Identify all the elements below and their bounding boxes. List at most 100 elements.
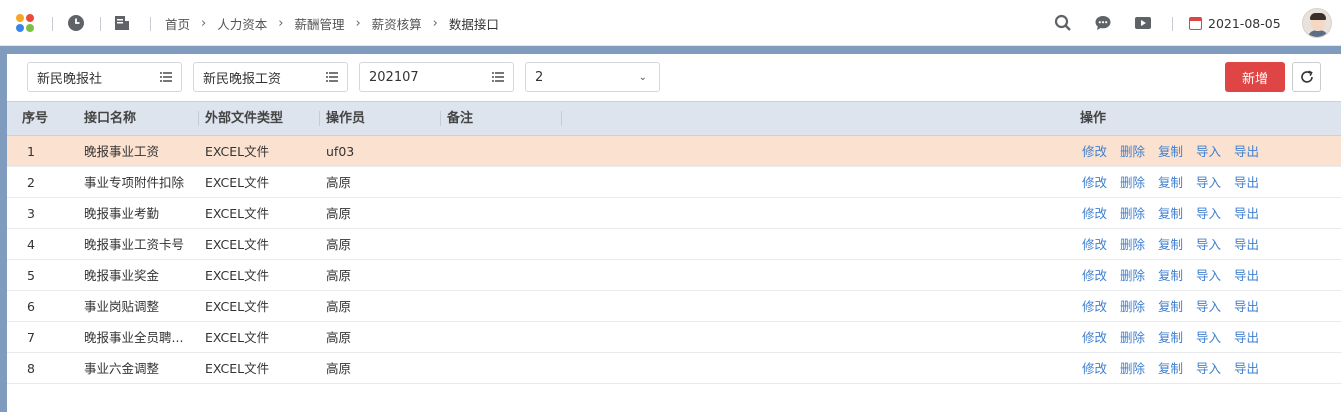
column-divider[interactable] — [440, 111, 441, 126]
delete-link[interactable]: 删除 — [1120, 198, 1145, 229]
edit-link[interactable]: 修改 — [1082, 291, 1107, 322]
org-select[interactable]: 新民晚报社 — [27, 62, 182, 92]
delete-link[interactable]: 删除 — [1120, 167, 1145, 198]
copy-link[interactable]: 复制 — [1158, 136, 1183, 167]
chevron-right-icon: › — [278, 15, 284, 31]
batch-dropdown[interactable]: 2 ⌄ — [525, 62, 660, 92]
batch-dropdown-value: 2 — [535, 69, 544, 85]
delete-link[interactable]: 删除 — [1120, 260, 1145, 291]
copy-link[interactable]: 复制 — [1158, 260, 1183, 291]
list-icon[interactable] — [160, 72, 172, 82]
column-divider[interactable] — [561, 111, 562, 126]
divider — [150, 17, 151, 31]
column-divider[interactable] — [319, 111, 320, 126]
cell-name: 事业专项附件扣除 — [84, 175, 185, 190]
edit-link[interactable]: 修改 — [1082, 229, 1107, 260]
clock-icon[interactable] — [67, 14, 85, 32]
cell-name: 晚报事业工资卡号 — [84, 237, 185, 252]
delete-link[interactable]: 删除 — [1120, 291, 1145, 322]
export-link[interactable]: 导出 — [1234, 229, 1259, 260]
table-row[interactable]: 5 晚报事业奖金 EXCEL文件 高原 修改 删除 复制 导入 导出 — [7, 260, 1341, 291]
delete-link[interactable]: 删除 — [1120, 229, 1145, 260]
refresh-button[interactable] — [1292, 62, 1321, 92]
date-text: 2021-08-05 — [1208, 15, 1281, 31]
breadcrumb-payroll[interactable]: 薪资核算 — [372, 14, 422, 33]
export-link[interactable]: 导出 — [1234, 322, 1259, 353]
delete-link[interactable]: 删除 — [1120, 353, 1145, 384]
list-icon[interactable] — [492, 72, 504, 82]
table-row[interactable]: 4 晚报事业工资卡号 EXCEL文件 高原 修改 删除 复制 导入 导出 — [7, 229, 1341, 260]
table-row[interactable]: 7 晚报事业全员聘... EXCEL文件 高原 修改 删除 复制 导入 导出 — [7, 322, 1341, 353]
column-header-file-type[interactable]: 外部文件类型 — [205, 102, 283, 135]
import-link[interactable]: 导入 — [1196, 167, 1221, 198]
avatar[interactable] — [1302, 8, 1332, 38]
import-link[interactable]: 导入 — [1196, 136, 1221, 167]
refresh-icon — [1300, 70, 1313, 83]
edit-link[interactable]: 修改 — [1082, 136, 1107, 167]
edit-link[interactable]: 修改 — [1082, 353, 1107, 384]
column-header-operator[interactable]: 操作员 — [326, 102, 365, 135]
search-icon[interactable] — [1054, 14, 1072, 32]
edit-link[interactable]: 修改 — [1082, 322, 1107, 353]
payroll-select[interactable]: 新民晚报工资 — [193, 62, 348, 92]
table-row[interactable]: 6 事业岗贴调整 EXCEL文件 高原 修改 删除 复制 导入 导出 — [7, 291, 1341, 322]
org-select-value: 新民晚报社 — [37, 71, 103, 87]
table-body: 1 晚报事业工资 EXCEL文件 uf03 修改 删除 复制 导入 导出 2 事… — [7, 136, 1341, 384]
breadcrumb-human-capital[interactable]: 人力资本 — [217, 14, 267, 33]
column-divider[interactable] — [198, 111, 199, 126]
copy-link[interactable]: 复制 — [1158, 291, 1183, 322]
column-header-index[interactable]: 序号 — [22, 102, 48, 135]
delete-link[interactable]: 删除 — [1120, 136, 1145, 167]
app-logo-icon[interactable] — [16, 14, 36, 34]
edit-link[interactable]: 修改 — [1082, 167, 1107, 198]
column-header-remark[interactable]: 备注 — [447, 102, 473, 135]
edit-link[interactable]: 修改 — [1082, 260, 1107, 291]
import-link[interactable]: 导入 — [1196, 198, 1221, 229]
cell-file-type: EXCEL文件 — [205, 299, 270, 314]
copy-link[interactable]: 复制 — [1158, 229, 1183, 260]
import-link[interactable]: 导入 — [1196, 353, 1221, 384]
period-select[interactable]: 202107 — [359, 62, 514, 92]
divider — [1172, 17, 1173, 31]
cell-name: 晚报事业工资 — [84, 144, 160, 159]
edit-link[interactable]: 修改 — [1082, 198, 1107, 229]
export-link[interactable]: 导出 — [1234, 353, 1259, 384]
export-link[interactable]: 导出 — [1234, 136, 1259, 167]
main-panel: 新民晚报社 新民晚报工资 202107 2 ⌄ 新增 序号 接口名称 外部文件类… — [7, 54, 1341, 412]
delete-link[interactable]: 删除 — [1120, 322, 1145, 353]
copy-link[interactable]: 复制 — [1158, 353, 1183, 384]
cell-operator: 高原 — [326, 206, 352, 221]
import-link[interactable]: 导入 — [1196, 322, 1221, 353]
copy-link[interactable]: 复制 — [1158, 198, 1183, 229]
table-row[interactable]: 3 晚报事业考勤 EXCEL文件 高原 修改 删除 复制 导入 导出 — [7, 198, 1341, 229]
export-link[interactable]: 导出 — [1234, 167, 1259, 198]
export-link[interactable]: 导出 — [1234, 260, 1259, 291]
cell-name: 晚报事业奖金 — [84, 268, 160, 283]
table-row[interactable]: 8 事业六金调整 EXCEL文件 高原 修改 删除 复制 导入 导出 — [7, 353, 1341, 384]
import-link[interactable]: 导入 — [1196, 229, 1221, 260]
message-icon[interactable] — [1094, 14, 1112, 32]
cell-operator: uf03 — [326, 144, 355, 159]
list-icon[interactable] — [326, 72, 338, 82]
table-row[interactable]: 2 事业专项附件扣除 EXCEL文件 高原 修改 删除 复制 导入 导出 — [7, 167, 1341, 198]
video-icon[interactable] — [1134, 14, 1152, 32]
period-select-value: 202107 — [369, 69, 419, 85]
export-link[interactable]: 导出 — [1234, 291, 1259, 322]
cell-index: 2 — [27, 175, 35, 190]
chevron-right-icon: › — [201, 15, 207, 31]
copy-link[interactable]: 复制 — [1158, 322, 1183, 353]
breadcrumb-compensation[interactable]: 薪酬管理 — [294, 14, 344, 33]
add-button[interactable]: 新增 — [1225, 62, 1285, 92]
import-link[interactable]: 导入 — [1196, 260, 1221, 291]
document-icon[interactable] — [113, 14, 131, 32]
cell-name: 晚报事业全员聘... — [84, 330, 184, 345]
breadcrumb-home[interactable]: 首页 — [165, 14, 190, 33]
column-header-name[interactable]: 接口名称 — [84, 102, 136, 135]
table-row[interactable]: 1 晚报事业工资 EXCEL文件 uf03 修改 删除 复制 导入 导出 — [7, 136, 1341, 167]
cell-file-type: EXCEL文件 — [205, 268, 270, 283]
import-link[interactable]: 导入 — [1196, 291, 1221, 322]
copy-link[interactable]: 复制 — [1158, 167, 1183, 198]
divider — [52, 17, 53, 31]
cell-index: 6 — [27, 299, 35, 314]
export-link[interactable]: 导出 — [1234, 198, 1259, 229]
